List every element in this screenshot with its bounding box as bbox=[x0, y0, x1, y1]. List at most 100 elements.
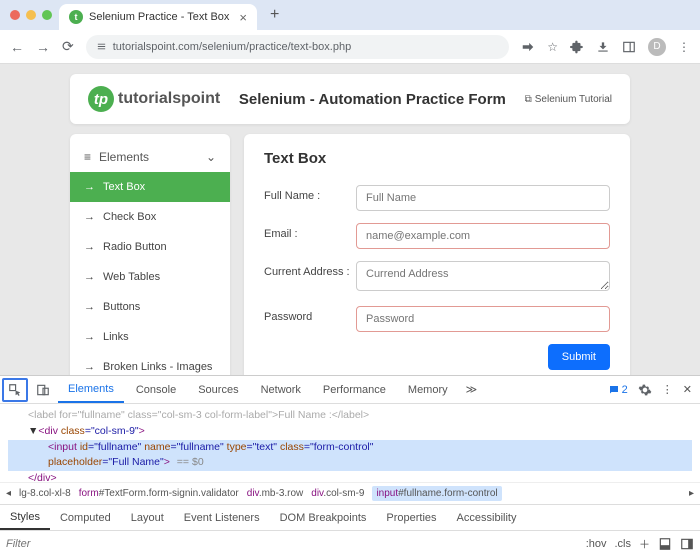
breadcrumb-item[interactable]: div.col-sm-9 bbox=[311, 488, 364, 499]
fullname-input[interactable] bbox=[356, 185, 610, 211]
arrow-right-icon: → bbox=[84, 181, 95, 193]
profile-avatar[interactable]: D bbox=[648, 38, 666, 56]
arrow-right-icon: → bbox=[84, 271, 95, 283]
sidebar-item-web-tables[interactable]: →Web Tables bbox=[70, 262, 230, 292]
inspect-element-icon[interactable] bbox=[2, 378, 28, 402]
favicon-icon: t bbox=[69, 10, 83, 24]
panel-icon[interactable] bbox=[622, 40, 636, 54]
arrow-right-icon: → bbox=[84, 241, 95, 253]
form-heading: Text Box bbox=[264, 150, 610, 167]
chevron-down-icon: ⌄ bbox=[206, 150, 216, 164]
devtools-panel: Elements Console Sources Network Perform… bbox=[0, 375, 700, 556]
email-label: Email : bbox=[264, 223, 356, 240]
subtab-dom-breakpoints[interactable]: DOM Breakpoints bbox=[270, 505, 377, 530]
email-input[interactable] bbox=[356, 223, 610, 249]
sidebar-heading[interactable]: ≡ Elements ⌄ bbox=[70, 142, 230, 172]
devtools-tab-elements[interactable]: Elements bbox=[58, 376, 124, 403]
address-textarea[interactable] bbox=[356, 261, 610, 291]
brand-logo[interactable]: tp tutorialspoint bbox=[88, 86, 220, 112]
logo-icon: tp bbox=[88, 86, 114, 112]
close-tab-icon[interactable]: × bbox=[239, 10, 247, 25]
sidebar-toggle-icon[interactable] bbox=[680, 537, 694, 551]
toolbar-actions: ☆ D ⋮ bbox=[521, 38, 690, 56]
devtools-tabs: Elements Console Sources Network Perform… bbox=[0, 376, 700, 404]
fullname-label: Full Name : bbox=[264, 185, 356, 202]
dom-line[interactable]: ▼<div class="col-sm-9"> bbox=[8, 424, 692, 440]
sidebar-item-broken-links[interactable]: →Broken Links - Images bbox=[70, 352, 230, 375]
address-bar[interactable]: tutorialspoint.com/selenium/practice/tex… bbox=[86, 35, 510, 59]
styles-filter-input[interactable] bbox=[6, 538, 578, 550]
chrome-menu-icon[interactable]: ⋮ bbox=[678, 40, 690, 54]
sidebar-item-radio-button[interactable]: →Radio Button bbox=[70, 232, 230, 262]
sidebar-item-links[interactable]: →Links bbox=[70, 322, 230, 352]
browser-tab[interactable]: t Selenium Practice - Text Box × bbox=[59, 4, 257, 30]
dom-tree[interactable]: <label for="fullname" class="col-sm-3 co… bbox=[0, 404, 700, 482]
new-tab-button[interactable]: + bbox=[270, 6, 279, 24]
page-title: Selenium - Automation Practice Form bbox=[234, 91, 510, 108]
browser-tab-strip: t Selenium Practice - Text Box × + bbox=[0, 0, 700, 30]
arrow-right-icon: → bbox=[84, 361, 95, 373]
styles-subtabs: Styles Computed Layout Event Listeners D… bbox=[0, 504, 700, 530]
back-button[interactable]: ← bbox=[10, 39, 24, 55]
devtools-tab-network[interactable]: Network bbox=[251, 376, 311, 403]
dom-selected-line-2[interactable]: placeholder="Full Name"> == $0 bbox=[8, 455, 692, 471]
devtools-tab-sources[interactable]: Sources bbox=[188, 376, 248, 403]
sidebar-item-text-box[interactable]: →Text Box bbox=[70, 172, 230, 202]
reload-button[interactable]: ⟳ bbox=[62, 38, 74, 55]
password-label: Password bbox=[264, 306, 356, 323]
devtools-tab-performance[interactable]: Performance bbox=[313, 376, 396, 403]
subtab-computed[interactable]: Computed bbox=[50, 505, 121, 530]
devtools-tab-console[interactable]: Console bbox=[126, 376, 186, 403]
breadcrumb-item-selected[interactable]: input#fullname.form-control bbox=[372, 486, 501, 501]
messages-badge[interactable]: 2 bbox=[608, 384, 628, 396]
subtab-layout[interactable]: Layout bbox=[121, 505, 174, 530]
subtab-accessibility[interactable]: Accessibility bbox=[447, 505, 527, 530]
extensions-icon[interactable] bbox=[570, 40, 584, 54]
page-header: tp tutorialspoint Selenium - Automation … bbox=[70, 74, 630, 124]
sidebar-item-buttons[interactable]: →Buttons bbox=[70, 292, 230, 322]
new-style-rule-icon[interactable]: ＋ bbox=[639, 536, 650, 552]
site-info-icon bbox=[96, 41, 107, 52]
arrow-right-icon: → bbox=[84, 301, 95, 313]
cls-toggle[interactable]: .cls bbox=[615, 538, 632, 550]
dom-line: <label for="fullname" class="col-sm-3 co… bbox=[8, 408, 692, 424]
browser-toolbar: ← → ⟳ tutorialspoint.com/selenium/practi… bbox=[0, 30, 700, 64]
devtools-tab-memory[interactable]: Memory bbox=[398, 376, 458, 403]
dom-line[interactable]: </div> bbox=[8, 471, 692, 482]
dom-selected-line[interactable]: <input id="fullname" name="fullname" typ… bbox=[8, 440, 692, 456]
menu-icon: ≡ bbox=[84, 150, 91, 164]
share-icon[interactable] bbox=[521, 40, 535, 54]
computed-toggle-icon[interactable] bbox=[658, 537, 672, 551]
forward-button[interactable]: → bbox=[36, 39, 50, 55]
form-panel: Text Box Full Name : Email : Current Add… bbox=[244, 134, 630, 375]
devtools-menu-icon[interactable]: ⋮ bbox=[662, 383, 673, 396]
more-tabs-icon[interactable]: ≫ bbox=[460, 383, 484, 396]
breadcrumb-item[interactable]: lg-8.col-xl-8 bbox=[19, 488, 71, 499]
subtab-properties[interactable]: Properties bbox=[376, 505, 446, 530]
close-window-icon[interactable] bbox=[10, 10, 20, 20]
crumb-scroll-right-icon[interactable]: ▸ bbox=[689, 488, 694, 499]
download-icon[interactable] bbox=[596, 40, 610, 54]
address-label: Current Address : bbox=[264, 261, 356, 278]
tab-title: Selenium Practice - Text Box bbox=[89, 11, 229, 23]
bookmark-icon[interactable]: ☆ bbox=[547, 40, 558, 54]
minimize-window-icon[interactable] bbox=[26, 10, 36, 20]
subtab-styles[interactable]: Styles bbox=[0, 505, 50, 530]
password-input[interactable] bbox=[356, 306, 610, 332]
styles-filter-row: :hov .cls ＋ bbox=[0, 530, 700, 556]
url-text: tutorialspoint.com/selenium/practice/tex… bbox=[113, 41, 351, 53]
breadcrumb-item[interactable]: formform#TextForm.form-signin.validator#… bbox=[79, 488, 239, 499]
breadcrumb-item[interactable]: div.mb-3.row bbox=[247, 488, 304, 499]
dom-breadcrumbs[interactable]: ◂ lg-8.col-xl-8 formform#TextForm.form-s… bbox=[0, 482, 700, 504]
settings-icon[interactable] bbox=[638, 383, 652, 397]
close-devtools-icon[interactable]: ✕ bbox=[683, 383, 692, 396]
hov-toggle[interactable]: :hov bbox=[586, 538, 607, 550]
crumb-scroll-left-icon[interactable]: ◂ bbox=[6, 488, 11, 499]
submit-button[interactable]: Submit bbox=[548, 344, 610, 370]
maximize-window-icon[interactable] bbox=[42, 10, 52, 20]
tutorial-link[interactable]: ⧉ Selenium Tutorial bbox=[525, 94, 612, 105]
device-toggle-icon[interactable] bbox=[30, 378, 56, 402]
arrow-right-icon: → bbox=[84, 211, 95, 223]
subtab-event-listeners[interactable]: Event Listeners bbox=[174, 505, 270, 530]
sidebar-item-check-box[interactable]: →Check Box bbox=[70, 202, 230, 232]
